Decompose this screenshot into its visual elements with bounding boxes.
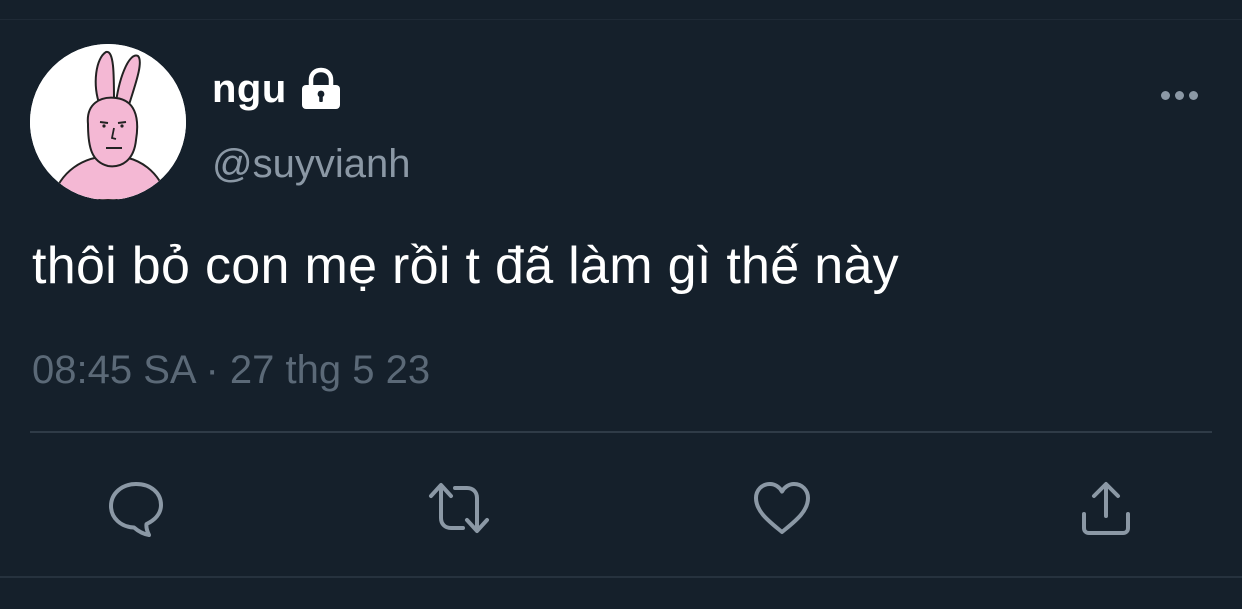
reply-button[interactable] (104, 476, 168, 540)
share-button[interactable] (1074, 476, 1138, 540)
top-divider (0, 0, 1242, 20)
share-upload-icon (1082, 482, 1130, 535)
ellipsis-icon-dot (1160, 90, 1170, 100)
display-name-row: ngu (212, 62, 343, 116)
divider (30, 431, 1212, 433)
tweet-timestamp[interactable]: 08:45 SA · 27 thg 5 23 (32, 342, 430, 398)
heart-icon (754, 482, 810, 534)
tweet-detail-screen: ngu @suyvianh thôi bỏ con mẹ rồi t đã là… (0, 0, 1242, 609)
retweet-button[interactable] (427, 476, 491, 540)
more-options-button[interactable] (1156, 80, 1202, 110)
avatar[interactable] (30, 44, 186, 200)
speech-bubble-icon (109, 482, 163, 537)
lock-icon (301, 67, 340, 109)
bottom-divider (0, 576, 1242, 578)
pink-rabbit-avatar (30, 44, 186, 200)
ellipsis-icon-dot (1174, 90, 1184, 100)
retweet-arrows-icon (429, 483, 489, 533)
user-handle[interactable]: @suyvianh (212, 138, 410, 190)
ellipsis-icon-dot (1188, 90, 1198, 100)
tweet-text: thôi bỏ con mẹ rồi t đã làm gì thế này (32, 237, 899, 295)
display-name[interactable]: ngu (212, 62, 287, 116)
like-button[interactable] (750, 476, 814, 540)
